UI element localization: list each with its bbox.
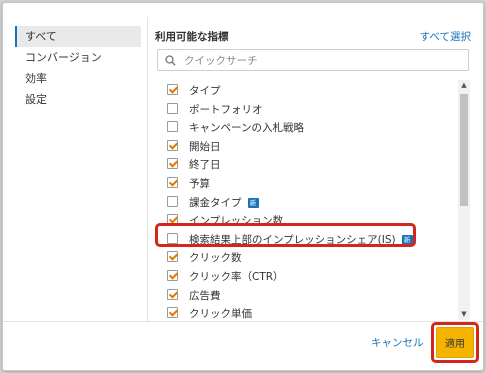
- metric-label: タイプ: [189, 83, 221, 98]
- metric-checkbox[interactable]: [167, 288, 178, 300]
- metric-checkbox[interactable]: [167, 84, 178, 95]
- metric-checkbox[interactable]: [167, 121, 178, 133]
- metric-checkbox[interactable]: [167, 139, 178, 151]
- metric-label-text: 終了日: [189, 159, 221, 172]
- sidebar-item-settings[interactable]: 設定: [15, 89, 141, 110]
- metric-checkbox[interactable]: [167, 269, 178, 281]
- metric-label: 課金タイプ新: [189, 195, 259, 210]
- apply-button[interactable]: 適用: [436, 327, 474, 358]
- new-badge: 新: [247, 197, 259, 208]
- metric-label-text: ポートフォリオ: [189, 103, 263, 116]
- metric-checkbox[interactable]: [167, 251, 178, 263]
- metric-row[interactable]: 検索結果上部のインプレッションシェア(IS) 新: [167, 230, 453, 249]
- metric-label: 終了日: [189, 157, 221, 172]
- metric-row[interactable]: 広告費: [167, 286, 453, 305]
- metric-row[interactable]: 課金タイプ新: [167, 193, 453, 212]
- cancel-button[interactable]: キャンセル: [371, 335, 424, 350]
- select-all-link[interactable]: すべて選択: [420, 29, 471, 44]
- list-scrollbar[interactable]: ▲ ▼: [458, 80, 470, 320]
- metric-label-text: 広告費: [189, 289, 221, 302]
- metrics-list: タイプ ポートフォリオ キャンペーンの入札戦略 開始日 終了日 予算 課金タイプ新インプレッ…: [167, 81, 453, 320]
- sidebar-item-all[interactable]: すべて: [15, 26, 141, 47]
- metric-row[interactable]: クリック数: [167, 248, 453, 267]
- metric-label-text: キャンペーンの入札戦略: [189, 122, 304, 135]
- metric-label: クリック単価: [189, 306, 252, 320]
- metric-label-text: 予算: [189, 177, 210, 190]
- metric-label: 広告費: [189, 288, 221, 303]
- metric-label: 開始日: [189, 139, 221, 154]
- metric-row[interactable]: 終了日: [167, 155, 453, 174]
- metric-label: ポートフォリオ: [189, 102, 263, 117]
- metrics-dialog: すべて コンバージョン 効率 設定 利用可能な指標 すべて選択 タイプポートフォ…: [2, 2, 484, 371]
- metric-row[interactable]: キャンペーンの入札戦略: [167, 118, 453, 137]
- metric-label: キャンペーンの入札戦略: [189, 120, 304, 135]
- metric-label-text: 課金タイプ: [189, 196, 242, 209]
- metric-label: 検索結果上部のインプレッションシェア(IS) 新: [189, 232, 413, 247]
- metric-checkbox[interactable]: [167, 307, 178, 319]
- search-icon: [165, 55, 176, 66]
- category-sidebar: すべて コンバージョン 効率 設定: [15, 26, 141, 110]
- metric-row[interactable]: クリック単価: [167, 304, 453, 320]
- metric-label-text: 検索結果上部のインプレッションシェア(IS): [189, 233, 396, 246]
- scroll-up-icon[interactable]: ▲: [458, 80, 470, 91]
- sidebar-divider: [147, 17, 148, 321]
- metric-checkbox[interactable]: [167, 195, 178, 207]
- metric-row[interactable]: 開始日: [167, 137, 453, 156]
- metric-label-text: クリック率（CTR）: [189, 270, 284, 283]
- panel-title: 利用可能な指標: [155, 31, 229, 43]
- metric-checkbox[interactable]: [167, 214, 178, 226]
- new-badge: 新: [401, 234, 413, 245]
- metrics-list-container: タイプ ポートフォリオ キャンペーンの入札戦略 開始日 終了日 予算 課金タイプ新インプレッ…: [157, 80, 471, 320]
- metric-row[interactable]: インプレッション数: [167, 211, 453, 230]
- metric-checkbox[interactable]: [167, 102, 178, 114]
- metric-label: 予算: [189, 176, 210, 191]
- metric-label-text: 開始日: [189, 140, 221, 153]
- metric-checkbox[interactable]: [167, 176, 178, 188]
- metric-label-text: クリック単価: [189, 308, 252, 320]
- metric-row[interactable]: 予算: [167, 174, 453, 193]
- metric-label-text: インプレッション数: [189, 215, 284, 228]
- metric-label: クリック率（CTR）: [189, 269, 284, 284]
- metric-row[interactable]: クリック率（CTR）: [167, 267, 453, 286]
- metric-label: インプレッション数: [189, 213, 283, 228]
- metric-label: クリック数: [189, 250, 242, 265]
- scroll-down-icon[interactable]: ▼: [458, 309, 470, 320]
- metric-row[interactable]: タイプ: [167, 81, 453, 100]
- metric-checkbox[interactable]: [167, 158, 178, 170]
- footer-divider: [3, 321, 483, 322]
- sidebar-item-conversion[interactable]: コンバージョン: [15, 47, 141, 68]
- scrollbar-thumb[interactable]: [460, 94, 468, 206]
- metric-checkbox[interactable]: [167, 232, 178, 244]
- search-input[interactable]: [182, 52, 466, 70]
- metric-row[interactable]: ポートフォリオ: [167, 100, 453, 119]
- sidebar-item-efficiency[interactable]: 効率: [15, 68, 141, 89]
- metric-label-text: クリック数: [189, 252, 242, 265]
- metric-label-text: タイプ: [189, 85, 221, 97]
- quick-search: [157, 49, 469, 71]
